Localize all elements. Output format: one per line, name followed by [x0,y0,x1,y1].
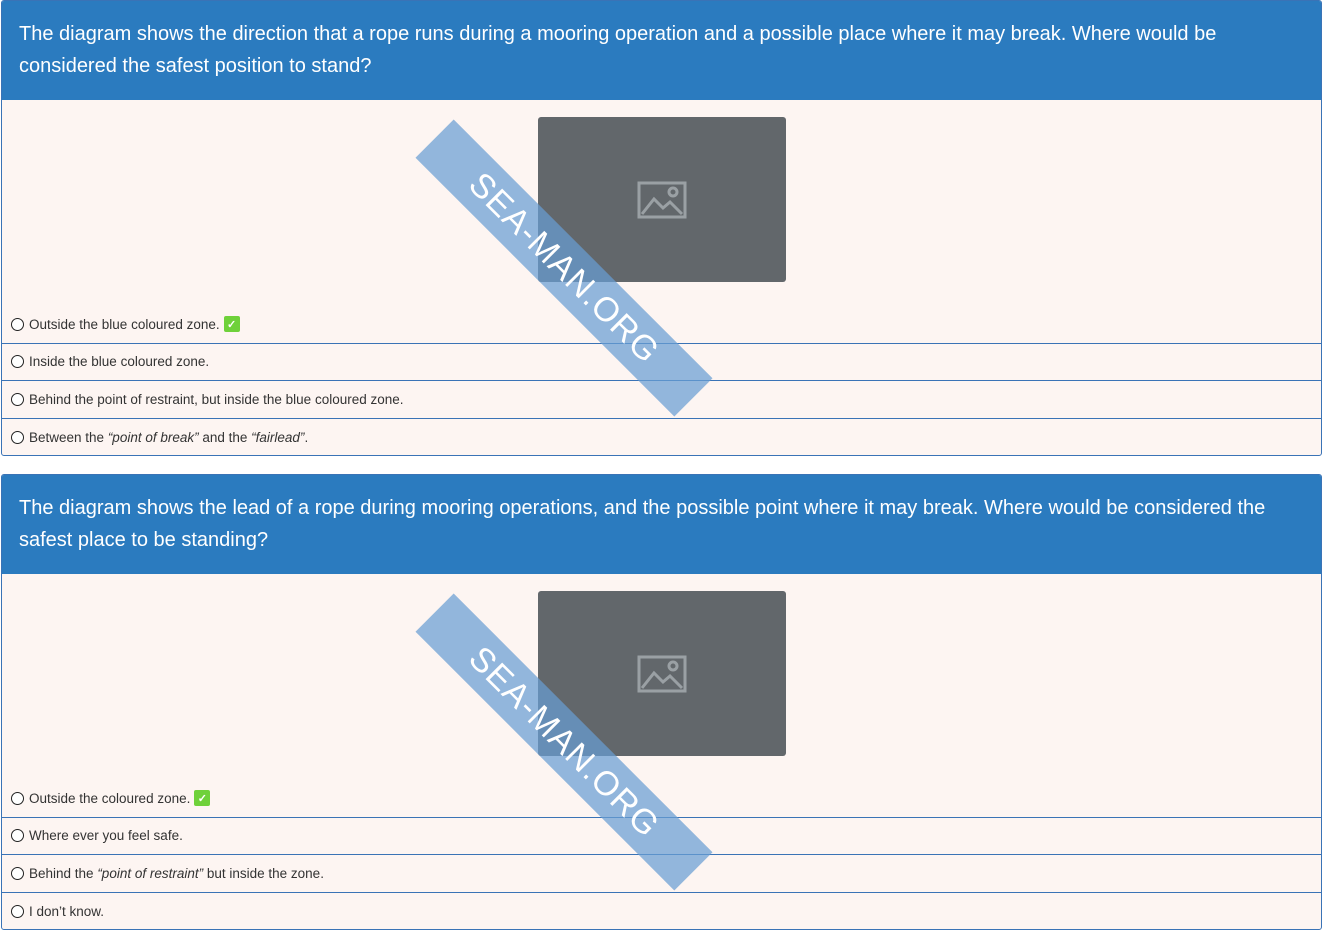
radio-button[interactable] [11,392,24,406]
answer-option[interactable]: Where ever you feel safe. [2,818,1321,855]
answer-label: Where ever you feel safe. [29,828,183,844]
radio-button[interactable] [11,829,24,843]
answer-label: Outside the blue coloured zone. [29,316,220,332]
answer-emphasis: “point of restraint” [97,865,204,881]
answer-label: Behind the “point of restraint” but insi… [29,866,324,881]
answer-option[interactable]: I don’t know. [2,893,1321,930]
answer-text: Behind the [29,865,98,881]
answer-list: Outside the blue coloured zone. ✓ Inside… [2,306,1321,456]
radio-button[interactable] [11,866,24,880]
question-image [538,117,786,282]
answer-list: Outside the coloured zone. ✓ Where ever … [2,780,1321,930]
answer-label: Behind the point of restraint, but insid… [29,391,404,407]
answer-option[interactable]: Between the “point of break” and the “fa… [2,419,1321,456]
answer-emphasis: “fairlead” [251,429,305,445]
question-card: The diagram shows the lead of a rope dur… [1,474,1322,930]
image-icon [637,181,687,218]
radio-button[interactable] [11,355,24,369]
answer-emphasis: “point of break” [107,429,199,445]
question-card: The diagram shows the direction that a r… [1,0,1322,456]
answer-option[interactable]: Outside the blue coloured zone. ✓ [2,306,1321,344]
question-image-area [2,574,1321,780]
radio-button[interactable] [11,904,24,918]
answer-text: but inside the zone. [203,865,324,881]
answer-option[interactable]: Behind the point of restraint, but insid… [2,381,1321,419]
answer-option[interactable]: Behind the “point of restraint” but insi… [2,855,1321,893]
answer-label: Outside the coloured zone. [29,790,191,806]
correct-check-icon: ✓ [194,790,211,807]
radio-button[interactable] [11,430,24,444]
answer-label: Inside the blue coloured zone. [29,354,210,370]
question-text: The diagram shows the direction that a r… [2,1,1321,100]
answer-text: . [304,429,309,445]
answer-text: Between the [29,429,108,445]
radio-button[interactable] [11,317,24,331]
answer-option[interactable]: Inside the blue coloured zone. [2,344,1321,381]
question-image [538,591,786,756]
image-icon [637,655,687,692]
question-image-area [2,100,1321,306]
answer-text: and the [198,429,252,445]
answer-label: Between the “point of break” and the “fa… [29,430,308,445]
correct-check-icon: ✓ [223,316,240,333]
radio-button[interactable] [11,791,24,805]
answer-label: I don’t know. [29,903,105,919]
answer-option[interactable]: Outside the coloured zone. ✓ [2,780,1321,818]
question-text: The diagram shows the lead of a rope dur… [2,475,1321,574]
